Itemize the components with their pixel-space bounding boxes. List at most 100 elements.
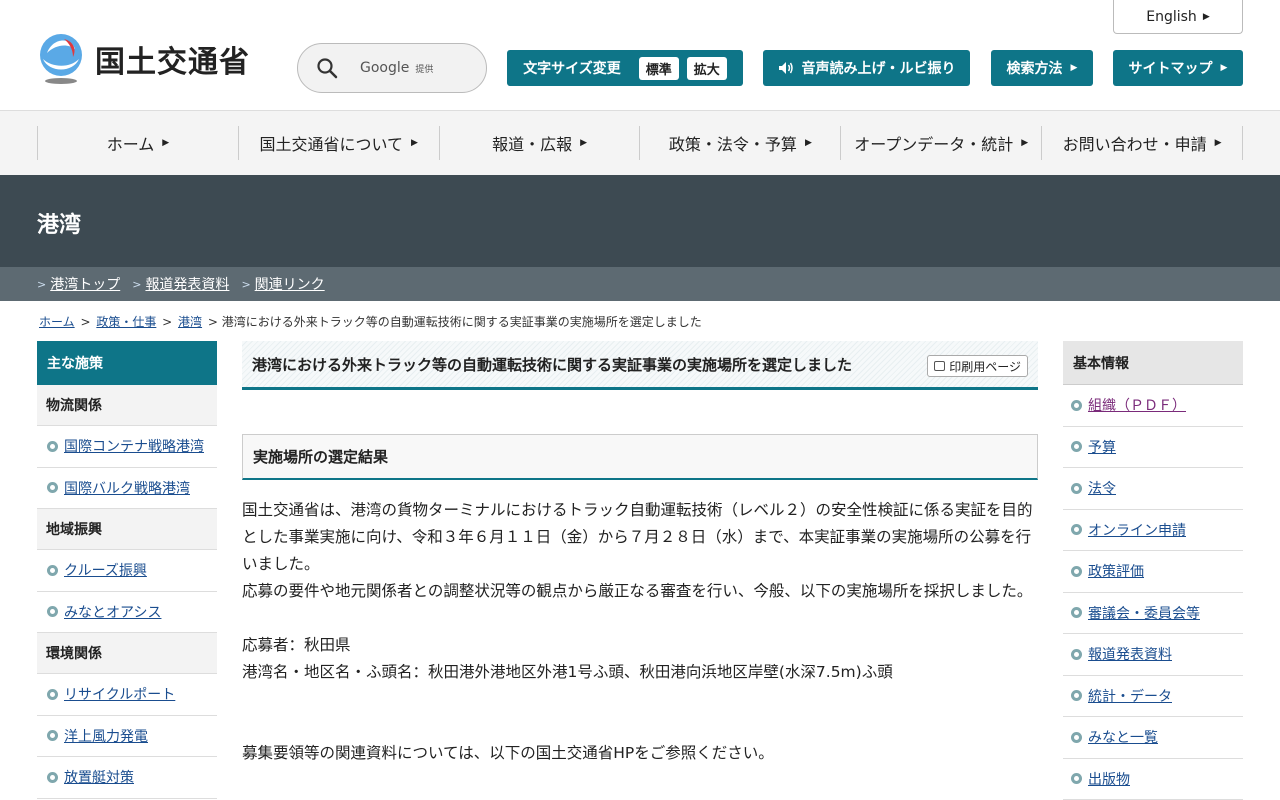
triangle-right-icon: ▶: [1021, 138, 1029, 148]
nav-item-about[interactable]: 国土交通省について ▶: [239, 126, 440, 160]
sidebar-item-label[interactable]: 報道発表資料: [1088, 644, 1172, 664]
nav-item-label: 国土交通省について: [259, 135, 404, 154]
nav-item-label: 政策・法令・予算: [668, 135, 797, 154]
sidebar-heading: 基本情報: [1063, 341, 1243, 385]
sidebar-item-budget[interactable]: 予算: [1063, 426, 1243, 468]
section-title: 港湾: [37, 213, 82, 238]
sidebar-item-abandoned-boats[interactable]: 放置艇対策: [37, 757, 217, 799]
sidebar-item-recycle-port[interactable]: リサイクルポート: [37, 674, 217, 716]
circle-bullet-icon: [47, 688, 58, 700]
sidebar-item-organization[interactable]: 組織（ＰＤＦ）: [1063, 385, 1243, 427]
printer-icon: [934, 361, 946, 371]
search-provider: Google 提供: [360, 60, 434, 76]
sidebar-item-container-port[interactable]: 国際コンテナ戦略港湾: [37, 426, 217, 468]
sidebar-item-label[interactable]: クルーズ振興: [64, 560, 147, 580]
nav-item-policy[interactable]: 政策・法令・予算 ▶: [640, 126, 842, 160]
breadcrumb-link-port[interactable]: 港湾: [178, 315, 202, 329]
site-search[interactable]: Google 提供: [297, 43, 487, 93]
search-method-button[interactable]: 検索方法 ▶: [991, 50, 1093, 86]
sidebar-item-label[interactable]: 統計・データ: [1088, 686, 1172, 706]
english-link[interactable]: English ▶: [1113, 0, 1243, 34]
sidebar-item-label[interactable]: みなとオアシス: [64, 602, 161, 622]
sidebar-item-laws[interactable]: 法令: [1063, 468, 1243, 510]
article-title: 港湾における外来トラック等の自動運転技術に関する実証事業の実施場所を選定しました: [252, 355, 853, 374]
sidebar-item-label[interactable]: みなと一覧: [1088, 727, 1158, 747]
nav-item-contact[interactable]: お問い合わせ・申請 ▶: [1042, 126, 1243, 160]
site-header: 国土交通省 Google 提供 English ▶ 文字サイズ変更 標準 拡大 音声…: [0, 0, 1280, 111]
right-sidebar: 基本情報 組織（ＰＤＦ） 予算 法令 オンライン申請 政策評価 審議会・委員会等…: [1063, 341, 1243, 800]
main-content: 港湾における外来トラック等の自動運転技術に関する実証事業の実施場所を選定しました…: [242, 341, 1038, 762]
sidebar-item-label[interactable]: 出版物: [1088, 769, 1130, 789]
site-logo[interactable]: 国土交通省: [37, 33, 250, 85]
circle-bullet-icon: [1071, 731, 1082, 743]
breadcrumb-link-policy[interactable]: 政策・仕事: [96, 315, 156, 329]
search-method-label: 検索方法: [1006, 61, 1063, 77]
circle-bullet-icon: [47, 771, 58, 783]
sidebar-item-label[interactable]: 国際バルク戦略港湾: [64, 478, 190, 498]
chevron-right-icon: >: [37, 277, 47, 291]
sidebar-item-policy-evaluation[interactable]: 政策評価: [1063, 551, 1243, 593]
speaker-icon: [778, 62, 793, 74]
sidebar-item-label[interactable]: 政策評価: [1088, 561, 1144, 581]
nav-item-press[interactable]: 報道・広報 ▶: [440, 126, 641, 160]
sidebar-item-label[interactable]: 洋上風力発電: [64, 726, 148, 746]
sidebar-item-press-releases[interactable]: 報道発表資料: [1063, 634, 1243, 676]
nav-item-opendata[interactable]: オープンデータ・統計 ▶: [841, 126, 1043, 160]
sidebar-category: 環境関係: [37, 633, 217, 674]
circle-bullet-icon: [47, 482, 58, 494]
section-subnav: > 港湾トップ > 報道発表資料 > 関連リンク: [0, 267, 1280, 301]
breadcrumb-link-home[interactable]: ホーム: [39, 315, 75, 329]
left-sidebar: 主な施策 物流関係 国際コンテナ戦略港湾 国際バルク戦略港湾 地域振興 クルーズ…: [37, 341, 217, 799]
sidebar-item-label[interactable]: 国際コンテナ戦略港湾: [64, 436, 204, 456]
sidebar-item-publications[interactable]: 出版物: [1063, 758, 1243, 800]
article-body: 国土交通省は、港湾の貨物ターミナルにおけるトラック自動運転技術（レベル２）の安全…: [242, 497, 1038, 767]
nav-item-label: ホーム: [106, 135, 155, 154]
triangle-right-icon: ▶: [1220, 63, 1228, 73]
sidebar-item-statistics[interactable]: 統計・データ: [1063, 675, 1243, 717]
triangle-right-icon: ▶: [1214, 138, 1222, 148]
speech-ruby-button[interactable]: 音声読み上げ・ルビ振り: [763, 50, 970, 86]
location-text: 港湾名・地区名・ふ頭名：秋田港外港地区外港1号ふ頭、秋田港向浜地区岸壁(水深7.…: [242, 663, 893, 681]
sidebar-item-label[interactable]: リサイクルポート: [64, 684, 175, 704]
sidebar-item-port-list[interactable]: みなと一覧: [1063, 717, 1243, 759]
sidebar-category: 地域振興: [37, 509, 217, 550]
triangle-right-icon: ▶: [162, 138, 170, 148]
subnav-link-related[interactable]: 関連リンク: [255, 274, 325, 294]
sidebar-item-label[interactable]: 審議会・委員会等: [1088, 603, 1200, 623]
sidebar-item-bulk-port[interactable]: 国際バルク戦略港湾: [37, 467, 217, 509]
paragraph: 国土交通省は、港湾の貨物ターミナルにおけるトラック自動運転技術（レベル２）の安全…: [242, 501, 1033, 573]
circle-bullet-icon: [1071, 399, 1082, 411]
sidebar-item-online-application[interactable]: オンライン申請: [1063, 509, 1243, 551]
subnav-link-press[interactable]: 報道発表資料: [145, 274, 229, 294]
circle-bullet-icon: [1071, 441, 1082, 453]
sidebar-heading: 主な施策: [37, 341, 217, 385]
triangle-right-icon: ▶: [804, 138, 812, 148]
sidebar-item-label[interactable]: オンライン申請: [1088, 520, 1186, 540]
sidebar-item-label[interactable]: 予算: [1088, 437, 1116, 457]
article-title-box: 港湾における外来トラック等の自動運転技術に関する実証事業の実施場所を選定しました…: [242, 341, 1038, 390]
chevron-right-icon: >: [132, 277, 142, 291]
speech-ruby-label: 音声読み上げ・ルビ振り: [801, 61, 956, 77]
circle-bullet-icon: [47, 564, 58, 576]
sitemap-button[interactable]: サイトマップ ▶: [1113, 50, 1243, 86]
reference-text: 募集要領等の関連資料については、以下の国土交通省HPをご参照ください。: [242, 744, 774, 762]
sidebar-item-offshore-wind[interactable]: 洋上風力発電: [37, 715, 217, 757]
sidebar-item-councils[interactable]: 審議会・委員会等: [1063, 592, 1243, 634]
global-nav: ホーム ▶ 国土交通省について ▶ 報道・広報 ▶ 政策・法令・予算 ▶ オープンデータ…: [0, 111, 1280, 175]
circle-bullet-icon: [1071, 690, 1082, 702]
sidebar-item-cruise[interactable]: クルーズ振興: [37, 550, 217, 592]
circle-bullet-icon: [1071, 565, 1082, 577]
print-button[interactable]: 印刷用ページ: [927, 355, 1028, 377]
sidebar-item-minato-oasis[interactable]: みなとオアシス: [37, 591, 217, 633]
search-icon: [317, 58, 338, 79]
font-size-large-button[interactable]: 拡大: [686, 56, 727, 80]
circle-bullet-icon: [1071, 524, 1082, 536]
subnav-link-port-top[interactable]: 港湾トップ: [50, 274, 120, 294]
sidebar-item-label[interactable]: 組織（ＰＤＦ）: [1088, 395, 1186, 415]
sidebar-item-label[interactable]: 法令: [1088, 478, 1116, 498]
sidebar-item-label[interactable]: 放置艇対策: [64, 767, 134, 787]
nav-item-home[interactable]: ホーム ▶: [38, 126, 239, 160]
font-size-standard-button[interactable]: 標準: [638, 56, 679, 80]
circle-bullet-icon: [1071, 773, 1082, 785]
section-heading: 実施場所の選定結果: [242, 434, 1038, 480]
